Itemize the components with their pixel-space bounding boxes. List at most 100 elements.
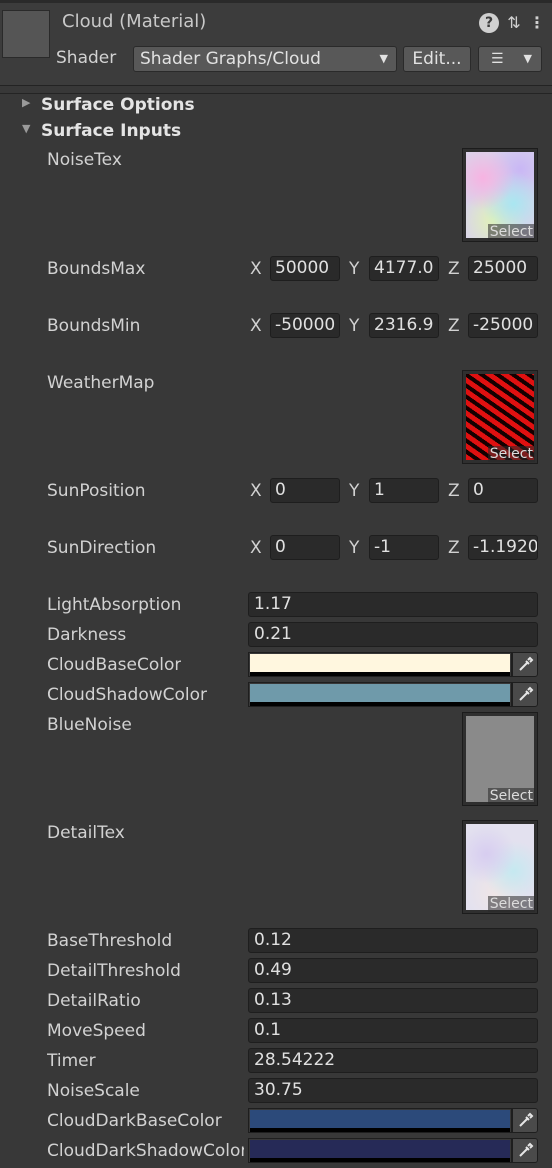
property-label: CloudDarkBaseColor [47,1111,222,1131]
timer-field[interactable]: 28.54222 [248,1048,538,1073]
noise-tex-slot[interactable]: Select [462,148,538,242]
eyedropper-icon [519,1142,534,1157]
shader-dropdown-value: Shader Graphs/Cloud [140,49,321,69]
bounds-min-x-field[interactable]: -50000 [270,313,340,338]
alpha-bar [250,702,510,706]
property-label: NoiseScale [47,1081,140,1101]
bounds-min-z-field[interactable]: -25000 [468,313,538,338]
property-label: SunPosition [47,481,146,501]
x-label: X [250,259,262,279]
property-label: SunDirection [47,538,157,558]
shader-label: Shader [56,48,117,68]
cloud-base-color-field[interactable] [248,652,512,677]
list-icon: ☰ [491,51,504,67]
bounds-max-z-field[interactable]: 25000 [468,256,538,281]
more-options-icon[interactable]: ⋮ [528,13,546,33]
sun-direction-z-field[interactable]: -1.1920 [468,535,538,560]
property-label: CloudDarkShadowColor [47,1141,244,1161]
foldout-surface-options[interactable]: ▶ Surface Options [0,93,552,117]
detail-tex-slot[interactable]: Select [462,820,538,914]
section-title: Surface Options [41,95,195,115]
detail-threshold-field[interactable]: 0.49 [248,958,538,983]
preset-icon[interactable]: ⇅ [505,13,523,33]
move-speed-field[interactable]: 0.1 [248,1018,538,1043]
x-label: X [250,538,262,558]
eyedropper-icon [519,1112,534,1127]
foldout-surface-inputs[interactable]: ▼ Surface Inputs [0,120,552,144]
eyedropper-button[interactable] [512,1138,538,1163]
z-label: Z [448,481,460,501]
sun-direction-x-field[interactable]: 0 [270,535,340,560]
material-title: Cloud (Material) [62,11,207,32]
eyedropper-icon [519,686,534,701]
alpha-bar [250,1158,510,1162]
base-threshold-field[interactable]: 0.12 [248,928,538,953]
property-label: BaseThreshold [47,931,173,951]
z-label: Z [448,538,460,558]
select-texture-button[interactable]: Select [487,224,535,240]
bounds-max-y-field[interactable]: 4177.0 [369,256,439,281]
cloud-dark-base-color-field[interactable] [248,1108,512,1133]
property-label: WeatherMap [47,373,155,393]
y-label: Y [349,316,360,336]
property-label: DetailRatio [47,991,141,1011]
color-swatch [250,684,510,702]
shader-dropdown[interactable]: Shader Graphs/Cloud ▼ [133,46,397,72]
property-label: BlueNoise [47,715,132,735]
z-label: Z [448,316,460,336]
alpha-bar [250,1128,510,1132]
property-label: BoundsMin [47,316,141,336]
x-label: X [250,316,262,336]
help-icon[interactable]: ? [479,13,499,33]
property-label: Timer [47,1051,96,1071]
select-texture-button[interactable]: Select [487,446,535,462]
sun-direction-y-field[interactable]: -1 [369,535,439,560]
light-absorption-field[interactable]: 1.17 [248,592,538,617]
property-label: BoundsMax [47,259,146,279]
chevron-down-icon: ▼ [523,52,532,65]
alpha-bar [250,672,510,676]
property-label: LightAbsorption [47,595,182,615]
x-label: X [250,481,262,501]
blue-noise-slot[interactable]: Select [462,712,538,806]
sun-position-y-field[interactable]: 1 [369,478,439,503]
noise-scale-field[interactable]: 30.75 [248,1078,538,1103]
section-title: Surface Inputs [41,121,182,141]
color-swatch [250,1140,510,1158]
sun-position-x-field[interactable]: 0 [270,478,340,503]
top-divider [0,0,552,3]
y-label: Y [349,481,360,501]
weather-map-slot[interactable]: Select [462,370,538,464]
eyedropper-button[interactable] [512,652,538,677]
chevron-down-icon: ▼ [379,52,388,65]
property-label: CloudBaseColor [47,655,182,675]
cloud-shadow-color-field[interactable] [248,682,512,707]
color-swatch [250,1110,510,1128]
eyedropper-icon [519,656,534,671]
foldout-collapsed-icon: ▶ [22,96,31,109]
darkness-field[interactable]: 0.21 [248,622,538,647]
foldout-expanded-icon: ▼ [22,122,31,135]
material-preview-thumbnail [2,10,50,58]
z-label: Z [448,259,460,279]
select-texture-button[interactable]: Select [487,896,535,912]
bounds-min-y-field[interactable]: 2316.9 [369,313,439,338]
edit-shader-button[interactable]: Edit... [403,46,471,72]
property-label: DetailTex [47,823,125,843]
property-label: Darkness [47,625,127,645]
property-label: MoveSpeed [47,1021,146,1041]
select-texture-button[interactable]: Select [487,788,535,804]
y-label: Y [349,259,360,279]
property-label: CloudShadowColor [47,685,208,705]
cloud-dark-shadow-color-field[interactable] [248,1138,512,1163]
y-label: Y [349,538,360,558]
eyedropper-button[interactable] [512,1108,538,1133]
material-options-dropdown[interactable]: ☰ ▼ [478,46,542,72]
property-label: NoiseTex [47,150,122,170]
eyedropper-button[interactable] [512,682,538,707]
color-swatch [250,654,510,672]
sun-position-z-field[interactable]: 0 [468,478,538,503]
bounds-max-x-field[interactable]: 50000 [270,256,340,281]
property-label: DetailThreshold [47,961,181,981]
detail-ratio-field[interactable]: 0.13 [248,988,538,1013]
